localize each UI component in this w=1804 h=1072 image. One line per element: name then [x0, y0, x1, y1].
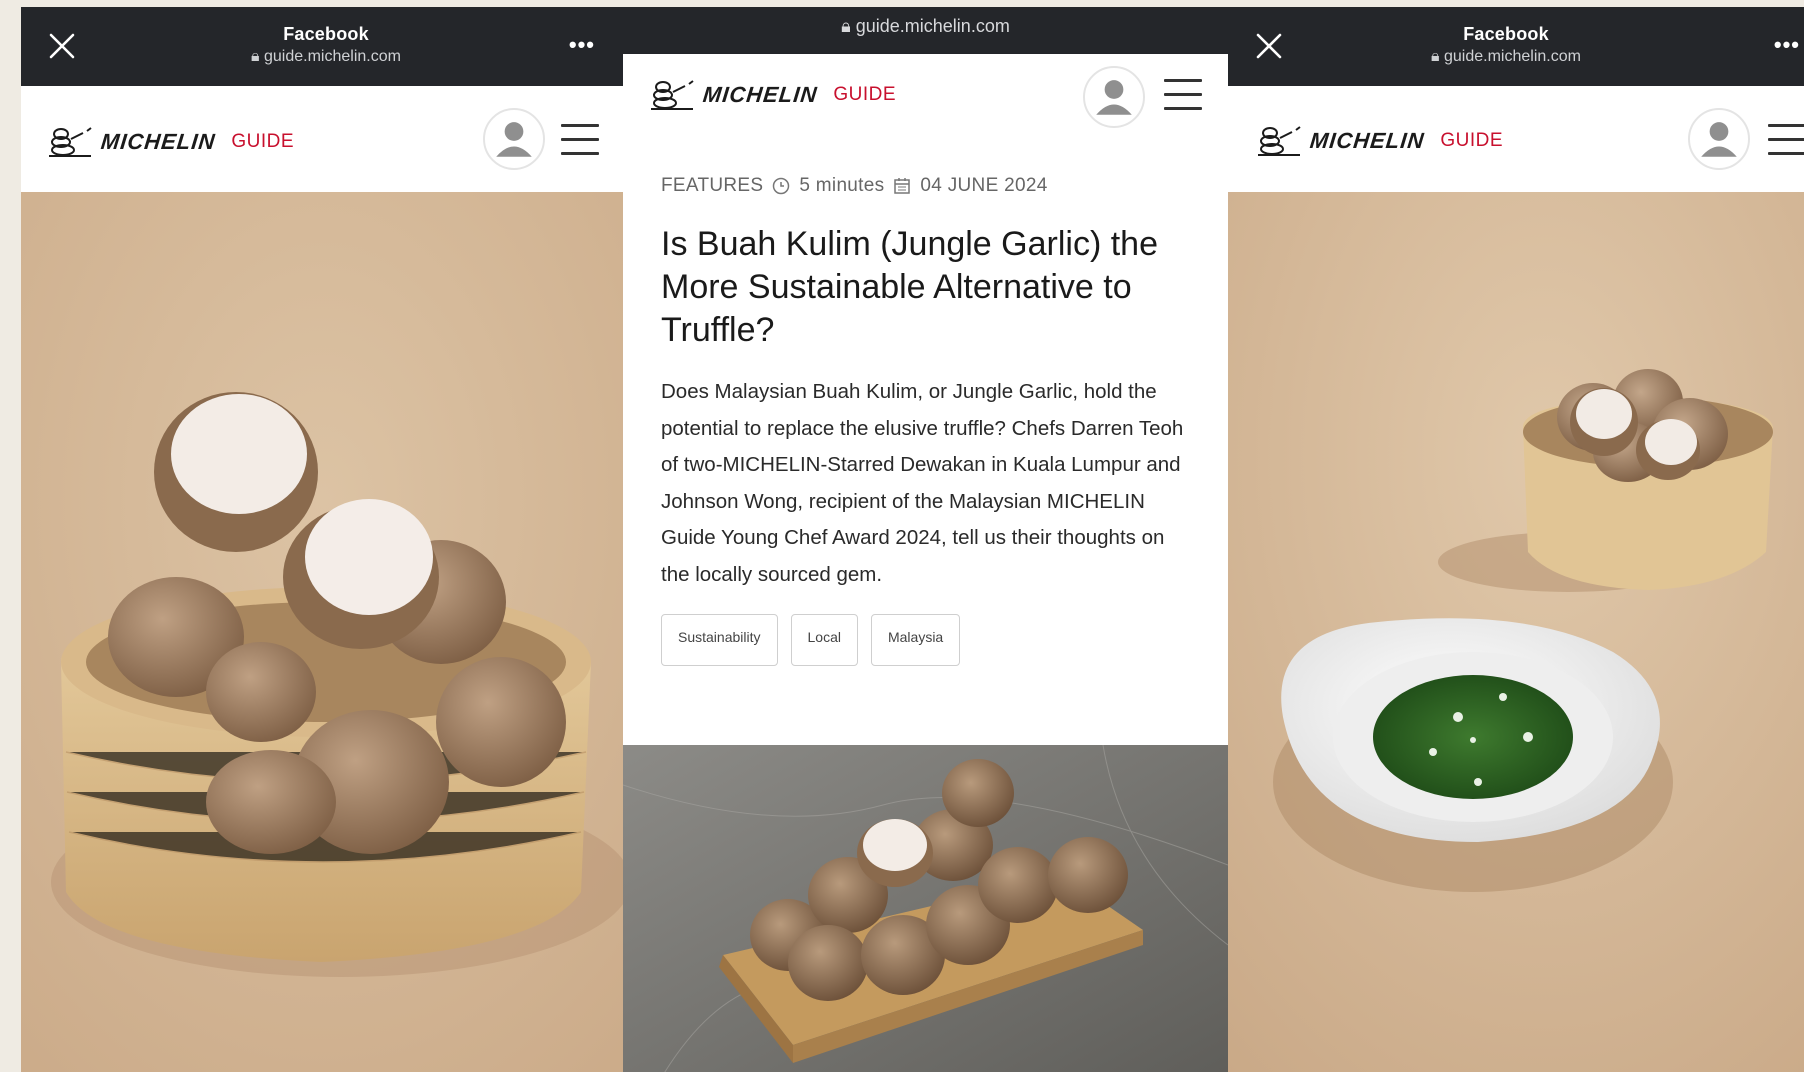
michelin-guide-logo[interactable]: MICHELIN GUIDE: [47, 125, 294, 159]
url-text: guide.michelin.com: [264, 48, 401, 65]
bibendum-icon: [1258, 126, 1301, 156]
logo-wordmark: MICHELIN: [99, 129, 217, 154]
clock-icon: [773, 177, 790, 195]
article-title: Is Buah Kulim (Jungle Garlic) the More S…: [661, 225, 1158, 349]
tag-list: Sustainability Local Malaysia: [661, 613, 1190, 666]
browser-url-bar[interactable]: 🔒︎ guide.michelin.com: [623, 7, 1228, 54]
logo-guide-text: GUIDE: [1440, 130, 1504, 151]
facebook-browser-bar: Facebook 🔒︎ guide.michelin.com •••: [21, 7, 625, 86]
url-text: guide.michelin.com: [1444, 48, 1581, 65]
michelin-guide-logo[interactable]: MICHELIN GUIDE: [1256, 124, 1503, 158]
browser-title: Facebook: [1463, 24, 1549, 44]
site-header: MICHELIN GUIDE: [1228, 86, 1804, 192]
left-phone-screen: Facebook 🔒︎ guide.michelin.com ••• MICHE…: [21, 7, 625, 1072]
publish-date: 04 JUNE 2024: [920, 175, 1048, 196]
right-phone-screen: Facebook 🔒︎ guide.michelin.com ••• MICHE…: [1228, 7, 1804, 1072]
bibendum-icon: [651, 80, 694, 110]
account-avatar[interactable]: [1688, 108, 1750, 170]
facebook-browser-bar: Facebook 🔒︎ guide.michelin.com •••: [1228, 7, 1804, 86]
account-avatar[interactable]: [1083, 66, 1145, 128]
article-header: FEATURES 5 minutes 04 JUNE 2024 Is Buah …: [623, 144, 1228, 746]
browser-url[interactable]: 🔒︎ guide.michelin.com: [1228, 48, 1804, 66]
category-label[interactable]: FEATURES: [661, 175, 763, 197]
read-time: 5 minutes: [799, 175, 885, 196]
more-options-button[interactable]: •••: [1774, 32, 1800, 58]
user-icon: [1086, 69, 1142, 125]
tag-malaysia[interactable]: Malaysia: [870, 613, 961, 666]
lock-icon: 🔒︎: [251, 48, 264, 65]
article-meta: FEATURES 5 minutes 04 JUNE 2024: [661, 175, 1190, 197]
menu-icon[interactable]: [1164, 79, 1202, 111]
account-avatar[interactable]: [483, 108, 545, 170]
bibendum-icon: [49, 127, 92, 157]
user-icon: [486, 111, 542, 167]
site-header: MICHELIN GUIDE: [21, 86, 625, 192]
url-text: guide.michelin.com: [855, 16, 1010, 36]
lock-icon: 🔒︎: [841, 16, 856, 36]
tag-sustainability[interactable]: Sustainability: [661, 613, 778, 666]
kulim-dish-photo: [1228, 192, 1804, 1072]
lock-icon: 🔒︎: [1431, 48, 1444, 65]
article-lead-photo: [623, 744, 1228, 1072]
screenshot-collage: Facebook 🔒︎ guide.michelin.com ••• MICHE…: [0, 0, 1804, 1072]
menu-icon[interactable]: [561, 124, 599, 156]
browser-url[interactable]: 🔒︎ guide.michelin.com: [21, 48, 625, 66]
tag-local[interactable]: Local: [790, 613, 858, 666]
logo-wordmark: MICHELIN: [701, 82, 819, 107]
user-icon: [1691, 111, 1747, 167]
logo-wordmark: MICHELIN: [1308, 128, 1426, 153]
calendar-icon: [894, 178, 911, 194]
logo-guide-text: GUIDE: [231, 131, 295, 152]
browser-title: Facebook: [283, 24, 369, 44]
menu-icon[interactable]: [1768, 124, 1804, 156]
kulim-basket-photo: [21, 192, 625, 1072]
logo-guide-text: GUIDE: [833, 84, 897, 105]
article-summary: Does Malaysian Buah Kulim, or Jungle Gar…: [661, 380, 1184, 586]
more-options-button[interactable]: •••: [569, 32, 595, 58]
site-header: MICHELIN GUIDE: [623, 54, 1228, 144]
middle-phone-screen: 🔒︎ guide.michelin.com MICHELIN GUIDE FEA…: [623, 7, 1228, 1072]
michelin-guide-logo[interactable]: MICHELIN GUIDE: [649, 78, 896, 112]
